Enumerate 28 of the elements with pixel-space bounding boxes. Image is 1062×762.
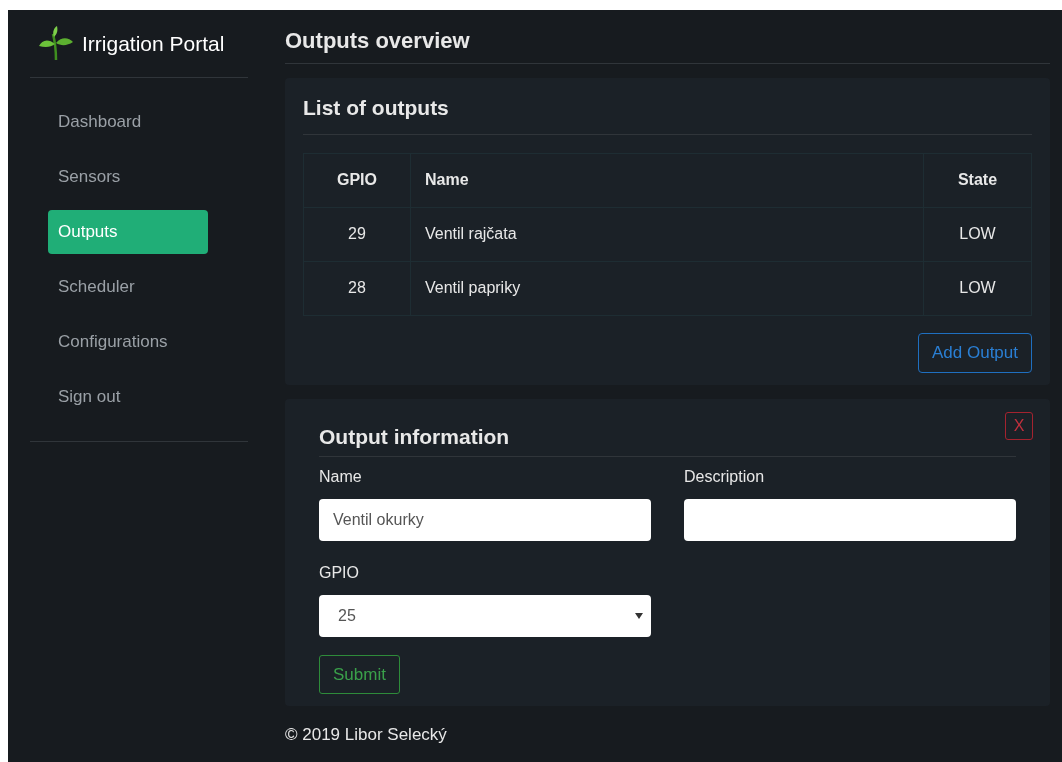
table-cell: LOW — [923, 207, 1032, 261]
column-header: Name — [410, 153, 924, 207]
nav-item[interactable]: Sensors — [48, 155, 208, 199]
footer-text: © 2019 Libor Selecký — [285, 724, 448, 746]
field-label: Description — [684, 467, 766, 487]
nav-item[interactable]: Dashboard — [48, 100, 208, 144]
submit-button[interactable]: Submit — [319, 655, 400, 694]
nav-item[interactable]: Sign out — [48, 375, 208, 419]
caret-icon — [635, 613, 643, 619]
add-output-button[interactable]: Add Output — [918, 332, 1032, 373]
column-header: State — [923, 153, 1032, 207]
description-field[interactable] — [684, 499, 1016, 541]
nav-item[interactable]: Scheduler — [48, 265, 208, 309]
brand-title: Irrigation Portal — [82, 30, 225, 57]
table-cell: Ventil papriky — [410, 261, 924, 315]
leaf-icon — [38, 25, 74, 62]
table-cell: 29 — [303, 207, 411, 261]
table-cell: LOW — [923, 261, 1032, 315]
field-label: GPIO — [319, 563, 360, 583]
column-header: GPIO — [303, 153, 411, 207]
card-title: List of outputs — [303, 92, 1032, 135]
gpio-select[interactable]: 25 — [319, 595, 651, 637]
nav-item[interactable]: Configurations — [48, 320, 208, 364]
name-field[interactable]: Ventil okurky — [319, 499, 651, 541]
page-title: Outputs overview — [285, 10, 1050, 64]
table-cell: Ventil rajčata — [410, 207, 924, 261]
table-cell: 28 — [303, 261, 411, 315]
field-label: Name — [319, 467, 363, 487]
